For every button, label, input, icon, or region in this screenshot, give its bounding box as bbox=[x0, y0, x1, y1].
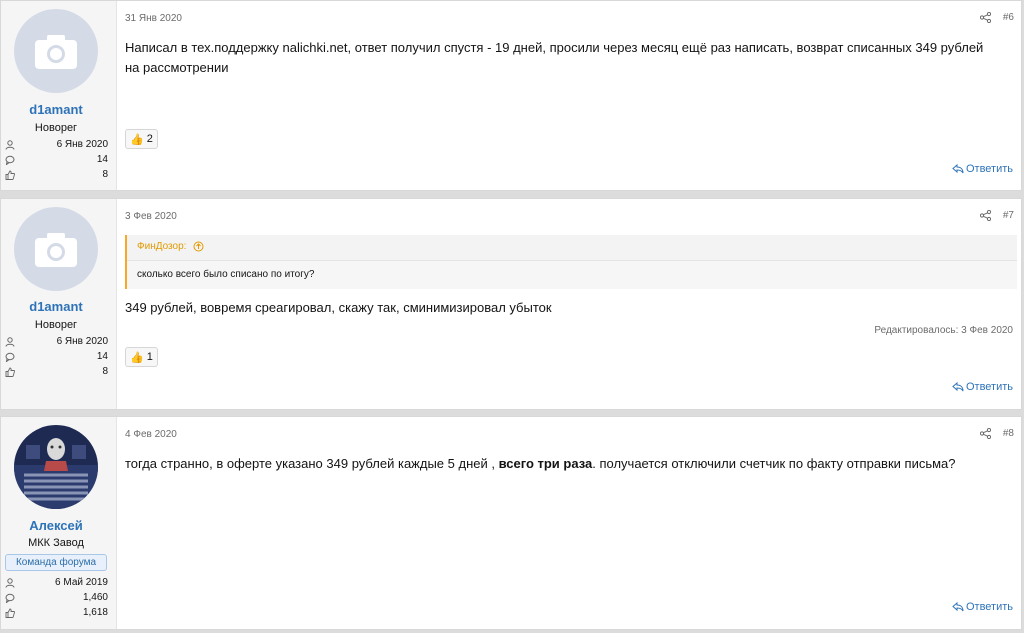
user-info: d1amant Новорег 6 Янв 2020 14 8 bbox=[1, 199, 117, 409]
reply-label: Ответить bbox=[965, 601, 1013, 613]
share-icon[interactable] bbox=[980, 428, 991, 439]
camera-icon bbox=[35, 35, 77, 69]
stat-value: 6 Янв 2020 bbox=[56, 336, 108, 347]
post-body: 3 Фев 2020 #7 ФинДозор: сколько всего бы… bbox=[117, 199, 1021, 409]
reaction-count: 1 bbox=[146, 351, 153, 363]
reply-label: Ответить bbox=[965, 381, 1013, 393]
stat-reactions: 8 bbox=[5, 168, 108, 182]
reply-button[interactable]: Ответить bbox=[952, 163, 1013, 175]
avatar[interactable] bbox=[14, 207, 98, 291]
thumbs-up-icon bbox=[5, 608, 15, 618]
thumbs-up-icon bbox=[5, 170, 15, 180]
quote-text: сколько всего было списано по итогу? bbox=[137, 269, 315, 280]
thumbs-up-icon: 👍 bbox=[130, 351, 144, 364]
comment-icon bbox=[5, 352, 15, 362]
stat-value: 6 Янв 2020 bbox=[56, 139, 108, 150]
stat-messages: 14 bbox=[5, 350, 108, 364]
stat-reactions: 8 bbox=[5, 365, 108, 379]
username[interactable]: d1amant bbox=[1, 102, 111, 117]
comment-icon bbox=[5, 155, 15, 165]
user-icon bbox=[5, 578, 15, 588]
post-number[interactable]: #7 bbox=[1003, 210, 1014, 221]
stat-messages: 14 bbox=[5, 153, 108, 167]
stat-messages: 1,460 bbox=[5, 591, 108, 605]
quote-author[interactable]: ФинДозор: bbox=[137, 241, 186, 252]
reaction-summary[interactable]: 👍 2 bbox=[125, 129, 158, 149]
stat-joined: 6 Май 2019 bbox=[5, 576, 108, 590]
reaction-count: 2 bbox=[146, 133, 153, 145]
stat-value: 8 bbox=[102, 169, 108, 180]
user-info: Алексей МКК Завод Команда форума 6 Май 2… bbox=[1, 417, 117, 629]
message-text: тогда странно, в оферте указано 349 рубл… bbox=[125, 454, 1001, 474]
message-text: 349 рублей, вовремя среагировал, скажу т… bbox=[125, 300, 552, 315]
user-icon bbox=[5, 337, 15, 347]
comment-icon bbox=[5, 593, 15, 603]
post-date[interactable]: 4 Фев 2020 bbox=[125, 429, 177, 440]
stat-value: 1,460 bbox=[82, 592, 108, 603]
stat-joined: 6 Янв 2020 bbox=[5, 335, 108, 349]
message-part: тогда странно, в оферте указано 349 рубл… bbox=[125, 456, 499, 471]
post-date[interactable]: 3 Фев 2020 bbox=[125, 211, 177, 222]
stat-value: 1,618 bbox=[82, 607, 108, 618]
reaction-summary[interactable]: 👍 1 bbox=[125, 347, 158, 367]
stat-joined: 6 Янв 2020 bbox=[5, 138, 108, 152]
camera-icon bbox=[35, 233, 77, 267]
user-title: Новорег bbox=[34, 319, 78, 331]
post-8: Алексей МКК Завод Команда форума 6 Май 2… bbox=[0, 416, 1022, 630]
stat-reactions: 1,618 bbox=[5, 606, 108, 620]
stat-value: 6 Май 2019 bbox=[55, 577, 108, 588]
avatar[interactable] bbox=[14, 425, 98, 509]
post-number[interactable]: #6 bbox=[1003, 12, 1014, 23]
stat-value: 14 bbox=[96, 351, 108, 362]
post-7: d1amant Новорег 6 Янв 2020 14 8 3 Фев 20… bbox=[0, 198, 1022, 410]
post-date[interactable]: 31 Янв 2020 bbox=[125, 13, 182, 24]
reply-label: Ответить bbox=[965, 163, 1013, 175]
user-title: Новорег bbox=[34, 122, 78, 134]
thumbs-up-icon: 👍 bbox=[130, 133, 144, 146]
share-icon[interactable] bbox=[980, 210, 991, 221]
user-info: d1amant Новорег 6 Янв 2020 14 8 bbox=[1, 1, 117, 190]
post-body: 4 Фев 2020 #8 тогда странно, в оферте ук… bbox=[117, 417, 1021, 629]
reply-icon bbox=[952, 164, 964, 174]
reply-button[interactable]: Ответить bbox=[952, 601, 1013, 613]
reply-icon bbox=[952, 382, 964, 392]
message-text: Написал в тех.поддержку nalichki.net, от… bbox=[125, 40, 984, 75]
stat-value: 8 bbox=[102, 366, 108, 377]
share-icon[interactable] bbox=[980, 12, 991, 23]
reply-icon bbox=[952, 602, 964, 612]
post-6: d1amant Новорег 6 Янв 2020 14 8 31 Янв 2… bbox=[0, 0, 1022, 191]
stat-value: 14 bbox=[96, 154, 108, 165]
arrow-up-circle-icon[interactable] bbox=[193, 241, 204, 252]
message-part: . получается отключили счетчик по факту … bbox=[592, 456, 956, 471]
post-number[interactable]: #8 bbox=[1003, 428, 1014, 439]
reply-button[interactable]: Ответить bbox=[952, 381, 1013, 393]
staff-banner: Команда форума bbox=[5, 554, 107, 571]
quote-block: ФинДозор: сколько всего было списано по … bbox=[125, 235, 1017, 289]
post-body: 31 Янв 2020 #6 Написал в тех.поддержку n… bbox=[117, 1, 1021, 190]
message-bold: всего три раза bbox=[498, 456, 593, 471]
user-icon bbox=[5, 140, 15, 150]
user-title: МКК Завод bbox=[28, 537, 84, 549]
username[interactable]: d1amant bbox=[1, 299, 111, 314]
username[interactable]: Алексей bbox=[1, 518, 111, 533]
avatar-image bbox=[14, 425, 98, 509]
edited-note: Редактировалось: 3 Фев 2020 bbox=[874, 325, 1013, 336]
avatar[interactable] bbox=[14, 9, 98, 93]
thumbs-up-icon bbox=[5, 367, 15, 377]
quote-header: ФинДозор: bbox=[127, 235, 1017, 261]
